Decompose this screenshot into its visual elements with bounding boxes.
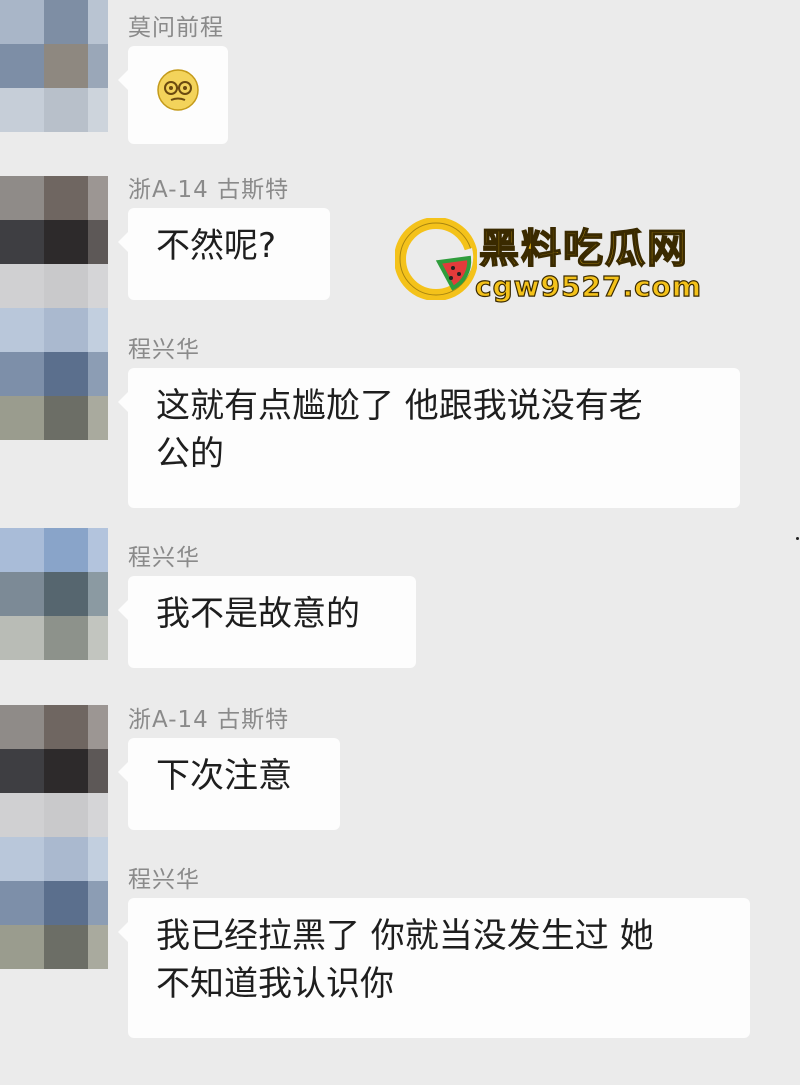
sender-name: 浙A-14 古斯特 bbox=[128, 177, 290, 203]
message-text: 不然呢? bbox=[156, 226, 277, 266]
avatar[interactable] bbox=[0, 528, 108, 660]
message-bubble[interactable] bbox=[118, 46, 228, 144]
face-with-glasses-emoji bbox=[154, 66, 202, 127]
avatar[interactable] bbox=[0, 837, 108, 969]
message-bubble[interactable]: 这就有点尴尬了 他跟我说没有老 公的 bbox=[118, 368, 740, 508]
watermark-title: 黑料吃瓜网 bbox=[478, 225, 689, 273]
message-bubble[interactable]: 下次注意 bbox=[118, 738, 340, 830]
watermark: 黑料吃瓜网 cgw9527.com bbox=[395, 218, 725, 308]
watermark-url: cgw9527.com bbox=[474, 269, 703, 303]
avatar[interactable] bbox=[0, 0, 108, 132]
message-text: 我不是故意的 bbox=[156, 594, 360, 634]
message-text: 这就有点尴尬了 他跟我说没有老 bbox=[156, 386, 643, 426]
sender-name: 程兴华 bbox=[128, 867, 200, 893]
avatar[interactable] bbox=[0, 308, 108, 440]
message-text: 下次注意 bbox=[156, 756, 292, 796]
sender-name: 浙A-14 古斯特 bbox=[128, 707, 290, 733]
message-bubble[interactable]: 不然呢? bbox=[118, 208, 330, 300]
message-text: 我已经拉黑了 你就当没发生过 她 bbox=[156, 916, 654, 956]
sender-name: 程兴华 bbox=[128, 337, 200, 363]
avatar[interactable] bbox=[0, 176, 108, 308]
message-bubble[interactable]: 我已经拉黑了 你就当没发生过 她 不知道我认识你 bbox=[118, 898, 750, 1038]
message-text: 公的 bbox=[156, 434, 224, 474]
message-bubble[interactable]: 我不是故意的 bbox=[118, 576, 416, 668]
message-text: 不知道我认识你 bbox=[156, 964, 394, 1004]
avatar[interactable] bbox=[0, 705, 108, 837]
watermelon-logo-icon bbox=[395, 218, 477, 300]
sender-name: 莫问前程 bbox=[128, 15, 224, 41]
sender-name: 程兴华 bbox=[128, 545, 200, 571]
stray-dot bbox=[796, 537, 799, 540]
